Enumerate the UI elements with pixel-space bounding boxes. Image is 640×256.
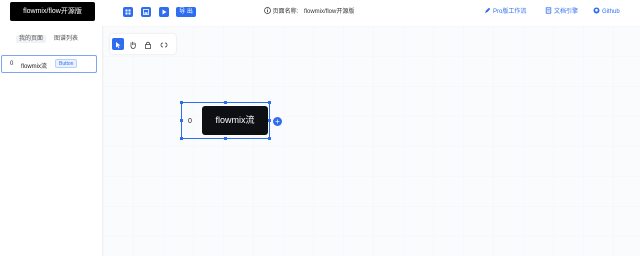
flow-canvas[interactable]	[103, 26, 640, 256]
hand-tool[interactable]	[127, 38, 139, 50]
pen-icon	[485, 7, 491, 13]
export-button[interactable]: 导 出	[176, 7, 196, 17]
docs-link-label: 文档引擎	[554, 9, 579, 15]
preview-button[interactable]	[159, 7, 169, 17]
grid-button[interactable]	[123, 7, 133, 17]
docs-link[interactable]: 文档引擎	[545, 7, 578, 17]
lock-icon	[145, 41, 151, 49]
resize-handle[interactable]	[224, 137, 227, 140]
resize-handle[interactable]	[268, 119, 271, 122]
hand-icon	[130, 41, 136, 49]
save-button[interactable]	[141, 7, 151, 17]
resize-handle[interactable]	[180, 137, 183, 140]
link-tool[interactable]	[158, 38, 170, 50]
pro-link-label: Pro版工作流	[493, 9, 527, 15]
link-icon	[160, 42, 168, 48]
page-name-label: 页面名称:	[272, 9, 299, 15]
tab-my-pages[interactable]: 我的页面	[16, 35, 47, 43]
component-index: 0	[10, 61, 14, 67]
tab-graph-list[interactable]: 图谱列表	[54, 35, 78, 43]
play-icon	[162, 9, 167, 15]
page-name: 页面名称: flowmix/flow开源版	[264, 7, 354, 17]
lock-tool[interactable]	[142, 38, 154, 50]
node-index: 0	[188, 118, 192, 125]
doc-icon	[545, 7, 552, 14]
resize-handle[interactable]	[180, 119, 183, 122]
component-item[interactable]: 0 flowmix流 Button	[1, 55, 97, 73]
select-tool[interactable]	[112, 38, 124, 50]
component-type-badge: Button	[55, 59, 78, 68]
github-icon	[593, 7, 600, 14]
resize-handle[interactable]	[268, 137, 271, 140]
save-icon	[143, 9, 149, 15]
canvas-grid	[103, 26, 640, 256]
resize-handle[interactable]	[224, 101, 227, 104]
pro-link[interactable]: Pro版工作流	[484, 7, 526, 17]
app-logo: flowmix/flow开源版	[10, 2, 95, 21]
flow-node-button[interactable]: flowmix流	[202, 106, 268, 135]
resize-handle[interactable]	[268, 101, 271, 104]
page-name-value: flowmix/flow开源版	[304, 9, 355, 15]
github-link-label: Github	[602, 9, 620, 15]
canvas-toolbar	[110, 34, 176, 54]
resize-handle[interactable]	[180, 101, 183, 104]
sidebar: 我的页面 图谱列表 0 flowmix流 Button	[0, 26, 103, 256]
add-node-button[interactable]: +	[273, 117, 282, 126]
github-link[interactable]: Github	[593, 7, 620, 17]
component-name: flowmix流	[21, 64, 48, 70]
cursor-icon	[116, 42, 121, 49]
grid-icon	[125, 9, 131, 15]
info-icon	[264, 7, 271, 14]
top-header: flowmix/flow开源版 导 出 页面名称: flowmix/flow开源…	[0, 0, 640, 26]
